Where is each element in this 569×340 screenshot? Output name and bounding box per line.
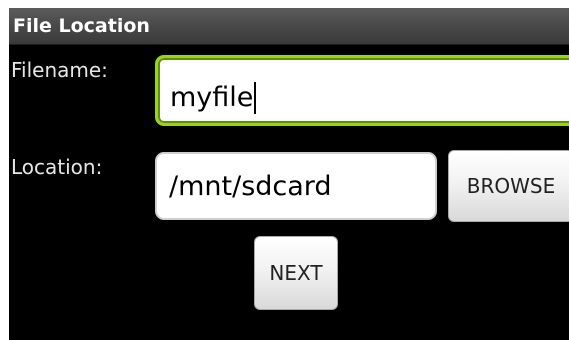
text-cursor <box>254 82 257 114</box>
filename-label: Filename: <box>11 58 108 82</box>
location-input[interactable]: /mnt/sdcard <box>155 152 437 220</box>
window-title: File Location <box>13 15 150 37</box>
title-bar: File Location <box>9 8 569 45</box>
filename-input[interactable]: myfile <box>155 55 569 126</box>
filename-value: myfile <box>170 82 254 113</box>
next-button[interactable]: NEXT <box>254 236 338 310</box>
dialog-screen: File Location Filename: myfile Location:… <box>9 8 569 340</box>
browse-button[interactable]: BROWSE <box>448 150 569 222</box>
location-label: Location: <box>11 155 103 179</box>
